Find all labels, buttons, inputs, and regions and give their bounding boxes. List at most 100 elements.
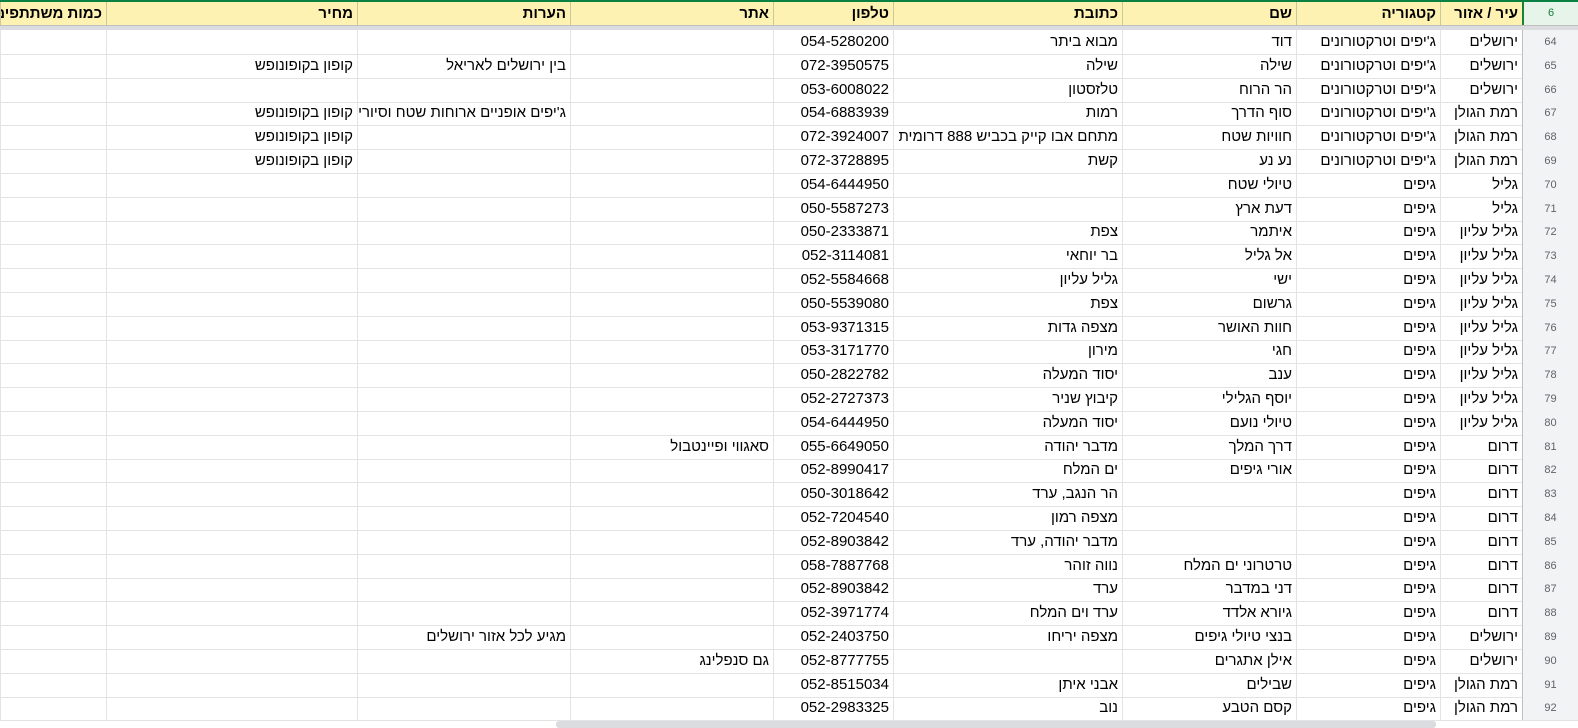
cell-phone[interactable]: 050-3018642 <box>773 482 893 507</box>
cell-address[interactable]: מצפה גדות <box>893 315 1122 340</box>
cell-site[interactable]: סאגווי ופיינטבול <box>570 434 773 459</box>
row-number[interactable]: 73 <box>1522 244 1578 269</box>
cell-address[interactable]: בר יוחאי <box>893 244 1122 269</box>
row-number[interactable]: 86 <box>1522 553 1578 578</box>
cell-category[interactable]: גיפים <box>1296 363 1440 388</box>
cell-notes[interactable] <box>357 648 570 673</box>
row-number[interactable]: 79 <box>1522 387 1578 411</box>
cell-phone[interactable]: 058-7887768 <box>773 553 893 578</box>
cell-name[interactable]: נע נע <box>1122 149 1296 173</box>
cell-phone[interactable]: 052-2727373 <box>773 387 893 411</box>
cell-category[interactable]: גיפים <box>1296 220 1440 245</box>
cell-address[interactable]: ערד <box>893 577 1122 602</box>
cell-city[interactable]: גליל עליון <box>1440 410 1522 435</box>
cell-site[interactable] <box>570 220 773 245</box>
cell-participants[interactable] <box>0 77 106 102</box>
cell-site[interactable] <box>570 196 773 221</box>
row-number[interactable]: 90 <box>1522 648 1578 673</box>
cell-notes[interactable] <box>357 672 570 697</box>
cell-address[interactable]: טלזסטון <box>893 77 1122 102</box>
cell-city[interactable]: רמת הגולן <box>1440 125 1522 150</box>
header-category[interactable]: קטגוריה <box>1296 2 1440 25</box>
cell-phone[interactable]: 052-8990417 <box>773 458 893 483</box>
cell-notes[interactable] <box>357 244 570 269</box>
cell-category[interactable]: גיפים <box>1296 434 1440 459</box>
cell-notes[interactable] <box>357 149 570 173</box>
row-number[interactable]: 74 <box>1522 268 1578 292</box>
row-number[interactable]: 76 <box>1522 315 1578 340</box>
cell-address[interactable]: הר הנגב, ערד <box>893 482 1122 507</box>
cell-notes[interactable] <box>357 410 570 435</box>
cell-name[interactable] <box>1122 529 1296 554</box>
cell-category[interactable]: גיפים <box>1296 648 1440 673</box>
cell-participants[interactable] <box>0 482 106 507</box>
cell-city[interactable]: דרום <box>1440 529 1522 554</box>
cell-site[interactable] <box>570 458 773 483</box>
table-row[interactable]: 76 גליל עליון גיפים חוות האושר מצפה גדות 053-… <box>0 315 1578 341</box>
cell-notes[interactable] <box>357 339 570 364</box>
cell-phone[interactable]: 052-8903842 <box>773 529 893 554</box>
cell-site[interactable] <box>570 244 773 269</box>
cell-participants[interactable] <box>0 30 106 54</box>
cell-city[interactable]: גליל עליון <box>1440 339 1522 364</box>
table-row[interactable]: 87 דרום גיפים דני במדבר ערד 052-8903842 <box>0 577 1578 603</box>
row-number[interactable]: 92 <box>1522 696 1578 721</box>
cell-category[interactable]: גיפים <box>1296 529 1440 554</box>
cell-category[interactable]: גיפים <box>1296 482 1440 507</box>
cell-participants[interactable] <box>0 672 106 697</box>
cell-city[interactable]: רמת הגולן <box>1440 149 1522 173</box>
row-number[interactable]: 83 <box>1522 482 1578 507</box>
cell-category[interactable]: גיפים <box>1296 553 1440 578</box>
table-row[interactable]: 69 רמת הגולן ג'יפים וטרקטורונים נע נע קשת 072… <box>0 149 1578 174</box>
cell-phone[interactable]: 052-8903842 <box>773 577 893 602</box>
table-row[interactable]: 65 ירושלים ג'יפים וטרקטורונים שילה שילה 072-3… <box>0 53 1578 79</box>
cell-site[interactable] <box>570 410 773 435</box>
cell-site[interactable] <box>570 125 773 150</box>
cell-site[interactable] <box>570 315 773 340</box>
cell-price[interactable] <box>106 506 357 530</box>
table-row[interactable]: 86 דרום גיפים טרטרוני ים המלח נווה זוהר 058-7… <box>0 553 1578 579</box>
cell-price[interactable] <box>106 696 357 721</box>
cell-category[interactable]: ג'יפים וטרקטורונים <box>1296 77 1440 102</box>
cell-phone[interactable]: 053-9371315 <box>773 315 893 340</box>
cell-price[interactable] <box>106 648 357 673</box>
cell-category[interactable]: גיפים <box>1296 696 1440 721</box>
cell-address[interactable]: מדבר יהודה, ערד <box>893 529 1122 554</box>
cell-site[interactable] <box>570 101 773 126</box>
cell-price[interactable] <box>106 482 357 507</box>
cell-category[interactable]: גיפים <box>1296 268 1440 292</box>
cell-site[interactable] <box>570 77 773 102</box>
cell-phone[interactable]: 054-6444950 <box>773 410 893 435</box>
cell-category[interactable]: גיפים <box>1296 244 1440 269</box>
row-number-header[interactable]: 6 <box>1522 2 1578 25</box>
cell-participants[interactable] <box>0 625 106 649</box>
cell-site[interactable] <box>570 387 773 411</box>
cell-notes[interactable] <box>357 125 570 150</box>
cell-address[interactable] <box>893 648 1122 673</box>
cell-address[interactable]: אבני איתן <box>893 672 1122 697</box>
cell-participants[interactable] <box>0 220 106 245</box>
cell-phone[interactable]: 053-3171770 <box>773 339 893 364</box>
cell-city[interactable]: דרום <box>1440 553 1522 578</box>
cell-city[interactable]: גליל <box>1440 172 1522 197</box>
cell-phone[interactable]: 053-6008022 <box>773 77 893 102</box>
row-number[interactable]: 68 <box>1522 125 1578 150</box>
cell-participants[interactable] <box>0 244 106 269</box>
cell-phone[interactable]: 054-6883939 <box>773 101 893 126</box>
header-site[interactable]: אתר <box>570 2 773 25</box>
row-number[interactable]: 75 <box>1522 291 1578 316</box>
cell-address[interactable]: יסוד המעלה <box>893 363 1122 388</box>
row-number[interactable]: 89 <box>1522 625 1578 649</box>
cell-name[interactable]: אילן אתגרים <box>1122 648 1296 673</box>
cell-notes[interactable] <box>357 553 570 578</box>
cell-site[interactable] <box>570 696 773 721</box>
table-row[interactable]: 66 ירושלים ג'יפים וטרקטורונים הר הרוח טלזסטו… <box>0 77 1578 103</box>
cell-city[interactable]: גליל עליון <box>1440 315 1522 340</box>
cell-site[interactable] <box>570 601 773 626</box>
cell-city[interactable]: רמת הגולן <box>1440 672 1522 697</box>
cell-notes[interactable] <box>357 220 570 245</box>
cell-city[interactable]: ירושלים <box>1440 53 1522 78</box>
cell-notes[interactable] <box>357 601 570 626</box>
cell-address[interactable]: ערד וים המלח <box>893 601 1122 626</box>
cell-price[interactable] <box>106 434 357 459</box>
